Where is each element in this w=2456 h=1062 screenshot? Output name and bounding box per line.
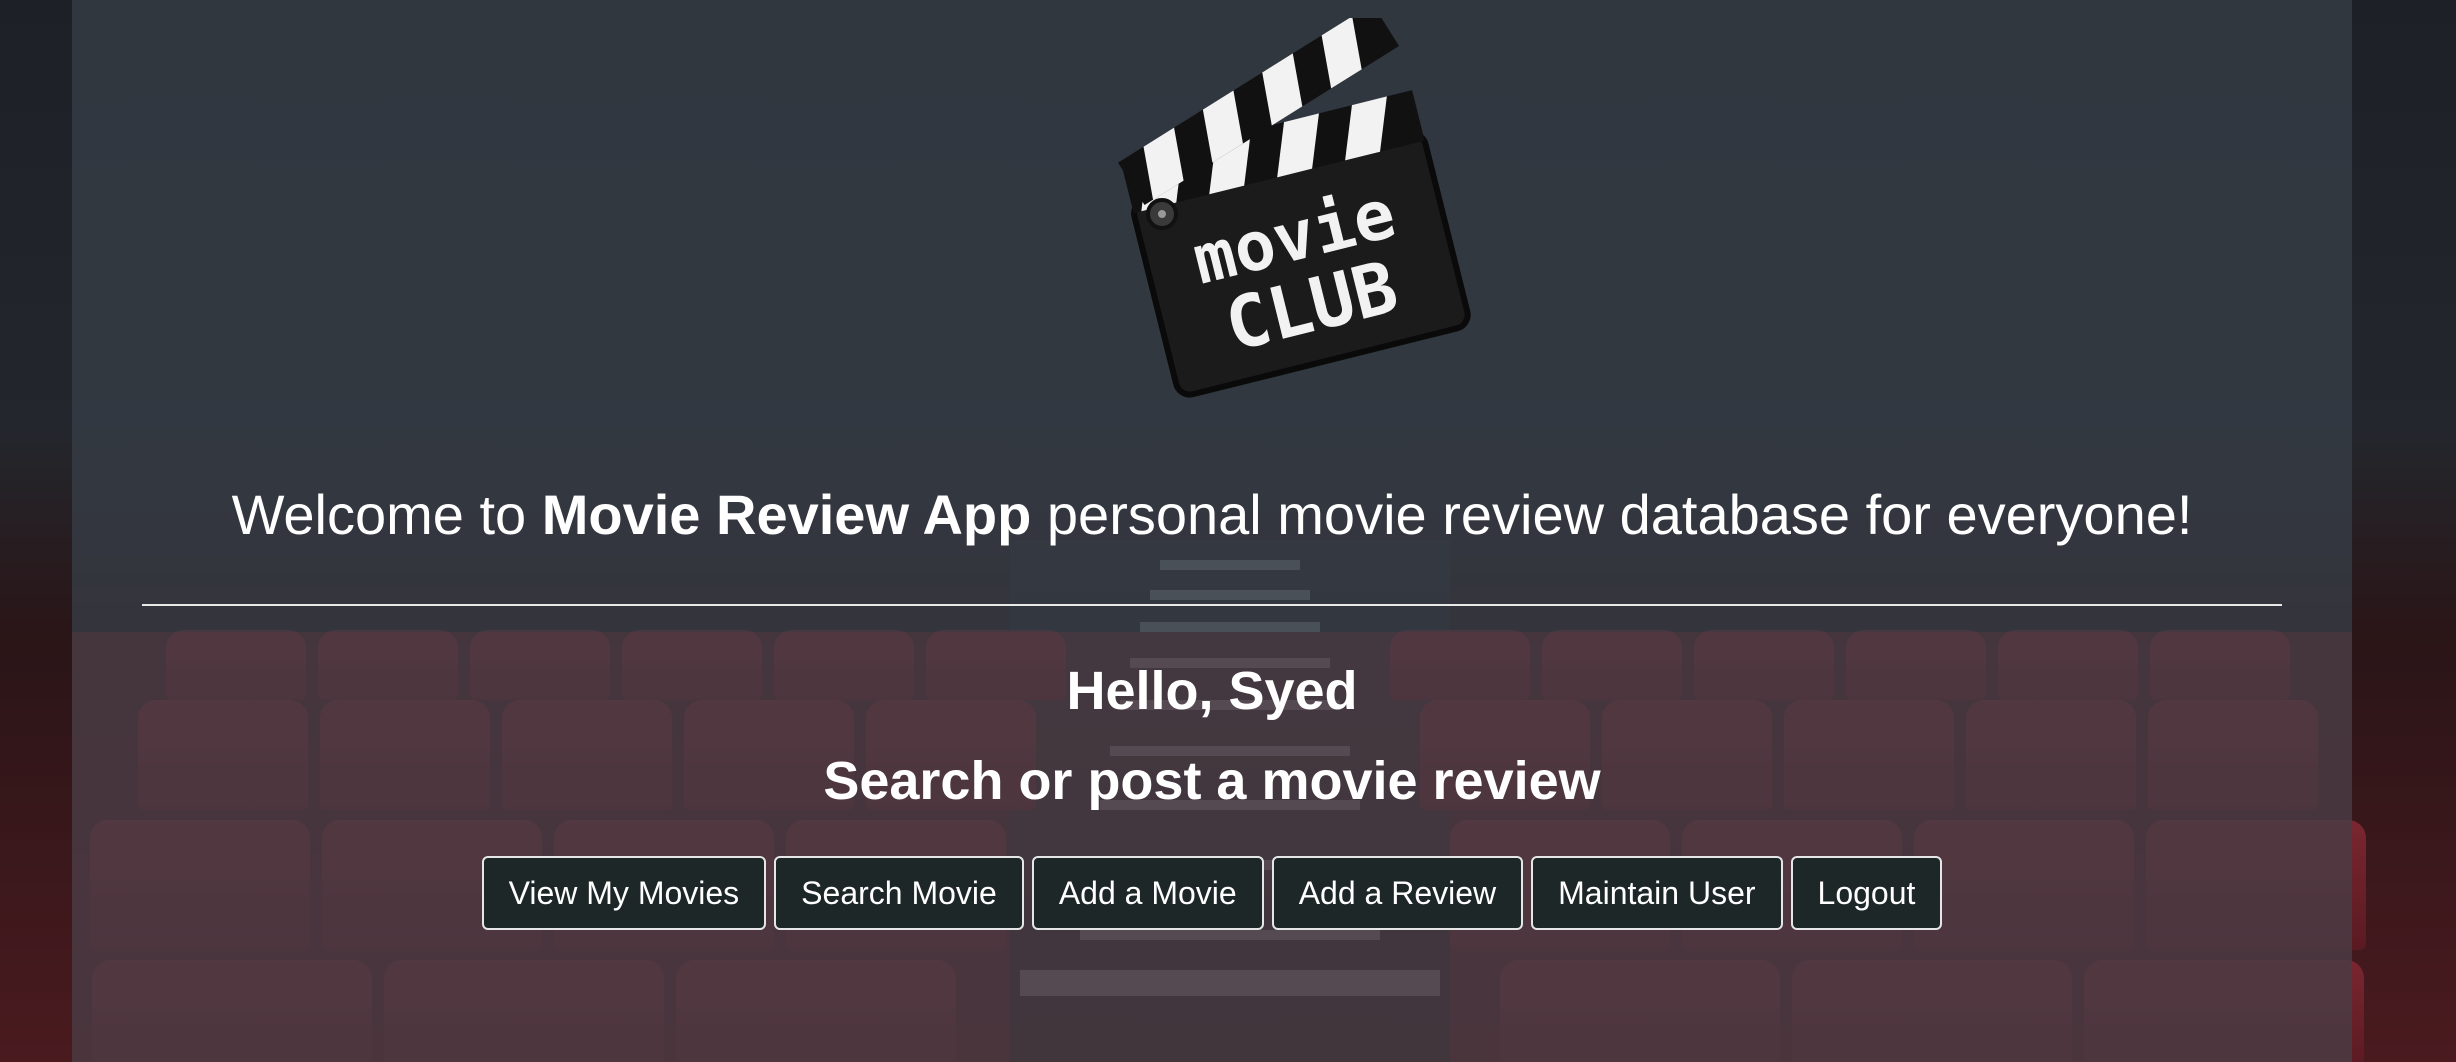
welcome-suffix: personal movie review database for every… bbox=[1031, 483, 2193, 546]
nav-button-bar: View My Movies Search Movie Add a Movie … bbox=[72, 856, 2352, 930]
movie-club-logo: movie CLUB bbox=[1082, 3, 1482, 418]
search-movie-button[interactable]: Search Movie bbox=[774, 856, 1024, 930]
add-movie-button[interactable]: Add a Movie bbox=[1031, 856, 1264, 930]
divider bbox=[142, 604, 2282, 606]
clapperboard-icon: movie CLUB bbox=[1118, 3, 1471, 398]
main-content: movie CLUB Welcome to Movie Review App p… bbox=[72, 0, 2352, 1062]
app-name: Movie Review App bbox=[541, 483, 1032, 546]
logout-button[interactable]: Logout bbox=[1790, 856, 1943, 930]
view-my-movies-button[interactable]: View My Movies bbox=[481, 856, 767, 930]
add-review-button[interactable]: Add a Review bbox=[1271, 856, 1524, 930]
welcome-prefix: Welcome to bbox=[231, 483, 542, 546]
page-subtitle: Search or post a movie review bbox=[823, 751, 1601, 811]
maintain-user-button[interactable]: Maintain User bbox=[1531, 856, 1783, 930]
welcome-heading: Welcome to Movie Review App personal mov… bbox=[72, 480, 2352, 550]
user-greeting: Hello, Syed bbox=[1066, 661, 1358, 721]
